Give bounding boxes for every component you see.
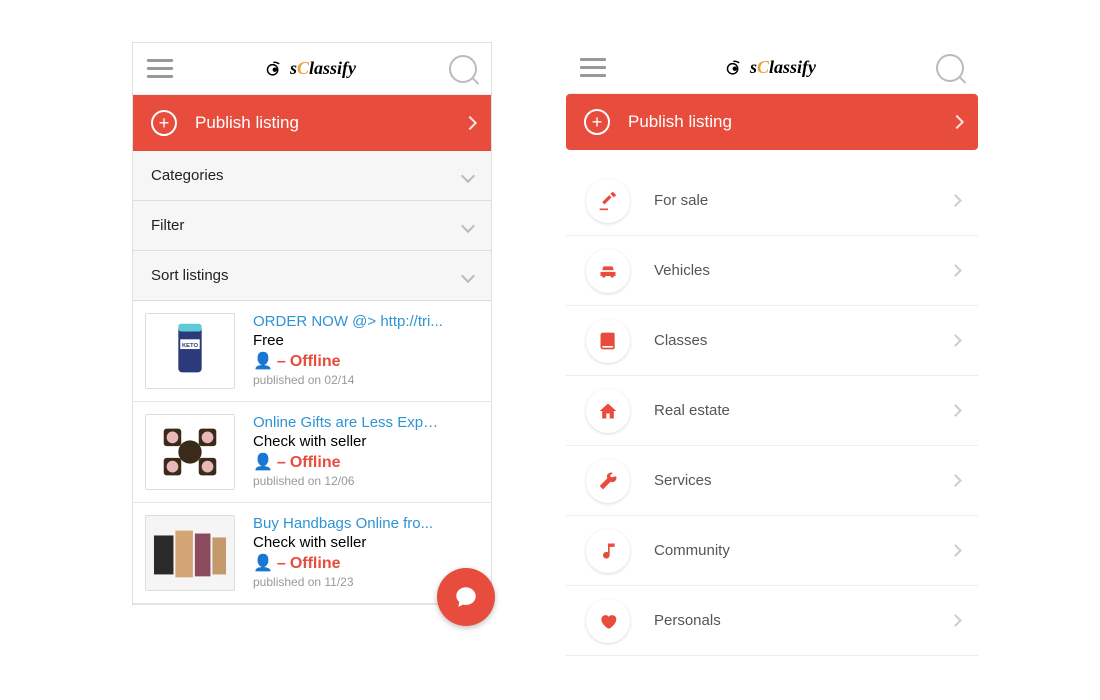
- sort-section[interactable]: Sort listings: [133, 251, 491, 301]
- heart-icon: [586, 599, 630, 643]
- category-vehicles[interactable]: Vehicles: [566, 236, 978, 306]
- gavel-icon: [586, 179, 630, 223]
- listing-title[interactable]: Buy Handbags Online fro...: [253, 515, 433, 532]
- category-services[interactable]: Services: [566, 446, 978, 516]
- listings-panel: sClassify + Publish listing Categories F…: [132, 42, 492, 605]
- publish-label: Publish listing: [628, 112, 732, 132]
- listing-title[interactable]: ORDER NOW @> http://tri...: [253, 313, 443, 330]
- category-community[interactable]: Community: [566, 516, 978, 586]
- publish-label: Publish listing: [195, 113, 299, 133]
- svg-text:KETO: KETO: [182, 343, 199, 349]
- menu-icon[interactable]: [580, 58, 606, 77]
- topbar: sClassify: [133, 43, 491, 95]
- search-icon[interactable]: [449, 55, 477, 83]
- user-icon: 👤: [253, 454, 273, 471]
- chevron-down-icon: [461, 268, 475, 282]
- listing-status: 👤–Offline: [253, 553, 433, 573]
- categories-section[interactable]: Categories: [133, 151, 491, 201]
- user-icon: 👤: [253, 353, 273, 370]
- home-icon: [586, 389, 630, 433]
- chevron-right-icon: [950, 115, 964, 129]
- chevron-down-icon: [461, 218, 475, 232]
- chat-fab[interactable]: [437, 568, 495, 626]
- chevron-right-icon: [949, 614, 962, 627]
- topbar: sClassify: [566, 42, 978, 94]
- publish-button[interactable]: + Publish listing: [133, 95, 491, 151]
- publish-button[interactable]: + Publish listing: [566, 94, 978, 150]
- listing-status: 👤–Offline: [253, 351, 443, 371]
- chevron-right-icon: [949, 404, 962, 417]
- listing-item[interactable]: Online Gifts are Less Expe... Check with …: [133, 402, 491, 503]
- music-icon: [586, 529, 630, 573]
- listing-price: Check with seller: [253, 433, 443, 450]
- category-for-sale[interactable]: For sale: [566, 166, 978, 236]
- listing-price: Check with seller: [253, 534, 433, 551]
- category-label: Personals: [654, 612, 721, 629]
- chevron-right-icon: [949, 334, 962, 347]
- chevron-right-icon: [463, 116, 477, 130]
- plus-icon: +: [584, 109, 610, 135]
- category-label: Services: [654, 472, 712, 489]
- category-label: Classes: [654, 332, 707, 349]
- category-label: Vehicles: [654, 262, 710, 279]
- listing-title[interactable]: Online Gifts are Less Expe...: [253, 414, 443, 431]
- chevron-right-icon: [949, 544, 962, 557]
- listing-thumb: [145, 515, 235, 591]
- categories-panel: sClassify + Publish listing For sale Vehi…: [566, 42, 978, 656]
- wrench-icon: [586, 459, 630, 503]
- chevron-down-icon: [461, 168, 475, 182]
- logo[interactable]: sClassify: [726, 57, 816, 78]
- category-personals[interactable]: Personals: [566, 586, 978, 656]
- listing-thumb: KETO: [145, 313, 235, 389]
- book-icon: [586, 319, 630, 363]
- listing-published: published on 11/23: [253, 575, 433, 589]
- menu-icon[interactable]: [147, 59, 173, 78]
- category-label: Real estate: [654, 402, 730, 419]
- filter-section[interactable]: Filter: [133, 201, 491, 251]
- listing-price: Free: [253, 332, 443, 349]
- logo[interactable]: sClassify: [266, 58, 356, 79]
- plus-icon: +: [151, 110, 177, 136]
- category-classes[interactable]: Classes: [566, 306, 978, 376]
- chevron-right-icon: [949, 474, 962, 487]
- category-label: Community: [654, 542, 730, 559]
- chevron-right-icon: [949, 194, 962, 207]
- category-real-estate[interactable]: Real estate: [566, 376, 978, 446]
- category-label: For sale: [654, 192, 708, 209]
- listing-thumb: [145, 414, 235, 490]
- listing-item[interactable]: KETO ORDER NOW @> http://tri... Free 👤–Offl…: [133, 301, 491, 402]
- listing-status: 👤–Offline: [253, 452, 443, 472]
- chevron-right-icon: [949, 264, 962, 277]
- user-icon: 👤: [253, 555, 273, 572]
- car-icon: [586, 249, 630, 293]
- listing-published: published on 12/06: [253, 474, 443, 488]
- listing-published: published on 02/14: [253, 373, 443, 387]
- search-icon[interactable]: [936, 54, 964, 82]
